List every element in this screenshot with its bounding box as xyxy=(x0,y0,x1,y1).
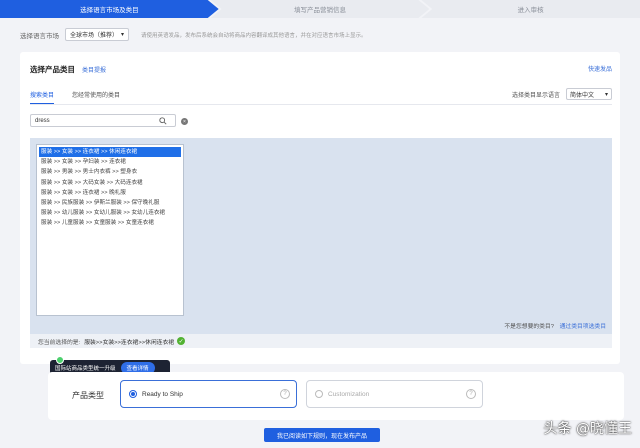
help-icon[interactable]: ? xyxy=(280,389,290,399)
tab-search-category[interactable]: 搜索类目 xyxy=(30,90,55,104)
market-select-value: 全球市场（推荐） xyxy=(70,33,119,39)
category-result-area: 服装 >> 女装 >> 连衣裙 >> 休闲连衣裙 服装 >> 女装 >> 孕妇装 … xyxy=(30,138,612,334)
not-found-row: 不是您想要的类目? 通过类目项选类目 xyxy=(504,321,606,330)
tab-frequent-category[interactable]: 您经常使用的类目 xyxy=(72,90,120,104)
check-icon: ✓ xyxy=(177,337,186,345)
chevron-down-icon: ▾ xyxy=(604,91,608,98)
category-result-item[interactable]: 服装 >> 女装 >> 连衣裙 >> 晚礼服 xyxy=(39,188,181,198)
category-result-item[interactable]: 服装 >> 女装 >> 大码女装 >> 大码连衣裙 xyxy=(39,178,181,188)
progress-steps: 选择语言市场及类目 填写产品营销信息 进入审核 xyxy=(0,0,640,18)
category-title: 选择产品类目 xyxy=(30,65,75,74)
category-card: 选择产品类目 类目提报 快速发品 搜索类目 您经常使用的类目 选择类目显示语言 … xyxy=(20,52,620,364)
market-label: 选择语言市场 xyxy=(20,32,59,40)
step-2: 填写产品营销信息 xyxy=(210,0,430,18)
watermark: 头条 @晓懂王 xyxy=(543,421,632,437)
category-tabs: 搜索类目 您经常使用的类目 xyxy=(30,90,120,104)
publish-button[interactable]: 我已阅读如下规则，现在发布产品 xyxy=(264,428,380,442)
selected-category-label: 您当前选择的是: xyxy=(38,339,81,346)
search-icon[interactable] xyxy=(159,116,167,125)
market-hint: 请使用英语发品，发布后系统会自动将商品内容翻译成其他语言，并在对应语言市场上显示… xyxy=(141,32,367,39)
display-language-select[interactable]: 简体中文 ▾ xyxy=(566,88,612,100)
category-result-item[interactable]: 服装 >> 民族服装 >> 伊斯兰服装 >> 保守晚礼服 xyxy=(39,198,181,208)
market-row: 选择语言市场 全球市场（推荐） ▾ 请使用英语发品，发布后系统会自动将商品内容翻… xyxy=(20,28,367,41)
product-type-card: 产品类型 Ready to Ship ? Customization ? xyxy=(48,372,624,420)
search-value: dress xyxy=(35,117,50,124)
radio-unchecked-icon[interactable] xyxy=(315,390,323,398)
option-ready-to-ship-label: Ready to Ship xyxy=(142,390,183,398)
step-1: 选择语言市场及类目 xyxy=(0,0,219,18)
select-by-category-link[interactable]: 通过类目项选类目 xyxy=(560,324,606,330)
display-language-row: 选择类目显示语言 简体中文 ▾ xyxy=(512,88,612,100)
category-result-item[interactable]: 服装 >> 女装 >> 连衣裙 >> 休闲连衣裙 xyxy=(39,147,181,158)
display-language-label: 选择类目显示语言 xyxy=(511,92,560,99)
category-search-input[interactable]: dress × xyxy=(30,114,188,127)
market-select[interactable]: 全球市场（推荐） ▾ xyxy=(65,28,129,41)
product-type-label: 产品类型 xyxy=(72,391,104,400)
category-result-list: 服装 >> 女装 >> 连衣裙 >> 休闲连衣裙 服装 >> 女装 >> 孕妇装 … xyxy=(36,144,184,316)
option-customization-label: Customization xyxy=(328,390,370,398)
help-icon[interactable]: ? xyxy=(466,389,476,399)
clear-icon[interactable]: × xyxy=(181,118,188,125)
selected-category-row: 您当前选择的是: 服装>>女装>>连衣裙>>休闲连衣裙 ✓ xyxy=(30,334,612,348)
not-found-text: 不是您想要的类目? xyxy=(504,324,554,330)
tab-divider xyxy=(30,104,612,105)
display-language-value: 简体中文 xyxy=(570,92,595,99)
tooltip-text: 国际站商品类型统一升级 xyxy=(55,366,116,372)
category-result-item[interactable]: 服装 >> 幼儿服装 >> 女幼儿服装 >> 女幼儿连衣裙 xyxy=(39,208,181,218)
chevron-down-icon: ▾ xyxy=(120,32,124,38)
category-result-item[interactable]: 服装 >> 女装 >> 孕妇装 >> 连衣裙 xyxy=(39,157,181,167)
notification-dot-icon xyxy=(56,356,64,364)
category-result-item[interactable]: 服装 >> 儿童服装 >> 女童服装 >> 女童连衣裙 xyxy=(39,218,181,228)
step-3: 进入审核 xyxy=(421,0,640,18)
option-customization[interactable]: Customization ? xyxy=(306,380,483,408)
radio-checked-icon[interactable] xyxy=(129,390,137,398)
category-report-link[interactable]: 类目提报 xyxy=(82,65,106,74)
selected-category-path: 服装>>女装>>连衣裙>>休闲连衣裙 xyxy=(84,339,175,346)
quick-publish-link[interactable]: 快速发品 xyxy=(588,64,612,73)
option-ready-to-ship[interactable]: Ready to Ship ? xyxy=(120,380,297,408)
category-result-item[interactable]: 服装 >> 男装 >> 男士内衣裤 >> 塑身衣 xyxy=(39,167,181,177)
